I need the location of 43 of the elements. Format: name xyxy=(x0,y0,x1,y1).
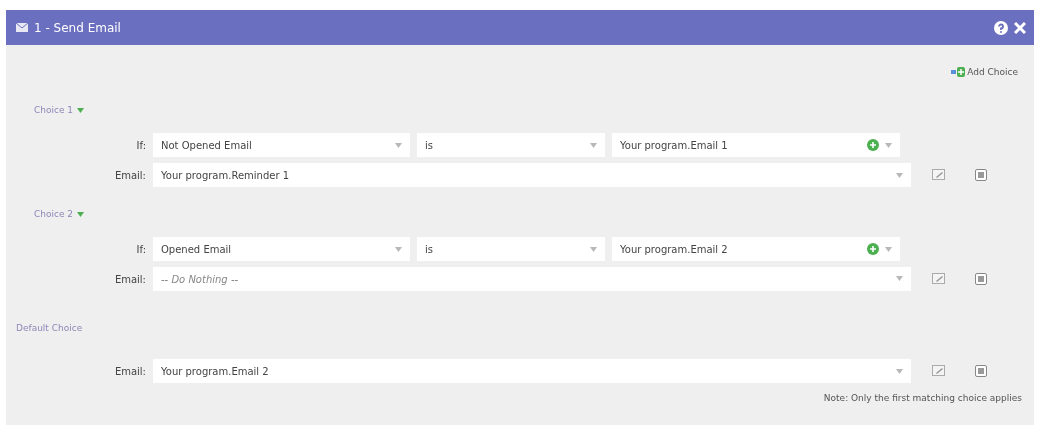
field-label: If: xyxy=(135,139,146,151)
delete-icon[interactable] xyxy=(975,273,987,285)
caret-icon xyxy=(590,142,597,148)
caret-icon xyxy=(896,276,903,281)
field-label: Email: xyxy=(113,169,146,181)
caret-icon xyxy=(590,246,597,252)
add-choice-button[interactable]: Add Choice xyxy=(951,61,1028,83)
caret-icon xyxy=(885,246,892,252)
email-select[interactable]: Your program.Email 2 xyxy=(153,359,911,383)
delete-icon[interactable] xyxy=(975,365,987,377)
delete-icon[interactable] xyxy=(975,169,987,181)
edit-icon[interactable] xyxy=(932,365,946,377)
caret-icon xyxy=(896,368,903,374)
add-icon[interactable] xyxy=(867,243,879,255)
add-icon[interactable] xyxy=(867,139,879,151)
field-label: Email: xyxy=(113,365,146,377)
value-select[interactable]: Your program.Email 2 xyxy=(612,237,900,261)
field-label: If: xyxy=(135,243,146,255)
close-icon[interactable] xyxy=(1014,21,1026,34)
edit-icon[interactable] xyxy=(932,169,946,181)
choice-heading: Choice 1 xyxy=(34,105,74,115)
help-icon[interactable] xyxy=(994,20,1008,35)
operator-select[interactable]: is xyxy=(417,237,605,261)
field-label: Email: xyxy=(113,273,146,285)
add-node-icon xyxy=(951,66,966,78)
caret-icon xyxy=(896,172,903,178)
email-select[interactable]: -- Do Nothing -- xyxy=(153,267,911,291)
condition-select[interactable]: Not Opened Email xyxy=(153,133,410,157)
caret-icon xyxy=(885,142,892,148)
choice-heading: Choice 2 xyxy=(34,209,74,219)
caret-icon xyxy=(395,142,402,148)
caret-icon xyxy=(395,246,402,252)
expand-icon[interactable] xyxy=(77,107,85,113)
envelope-icon xyxy=(16,23,28,32)
note-text: Note: Only the first matching choice applies xyxy=(823,393,1022,403)
condition-select[interactable]: Opened Email xyxy=(153,237,410,261)
window-title: 1 - Send Email xyxy=(34,20,121,35)
value-select[interactable]: Your program.Email 1 xyxy=(612,133,900,157)
expand-icon[interactable] xyxy=(77,211,85,217)
email-select[interactable]: Your program.Reminder 1 xyxy=(153,163,911,187)
choice-heading: Default Choice xyxy=(16,323,83,333)
operator-select[interactable]: is xyxy=(417,133,605,157)
edit-icon[interactable] xyxy=(932,273,946,285)
